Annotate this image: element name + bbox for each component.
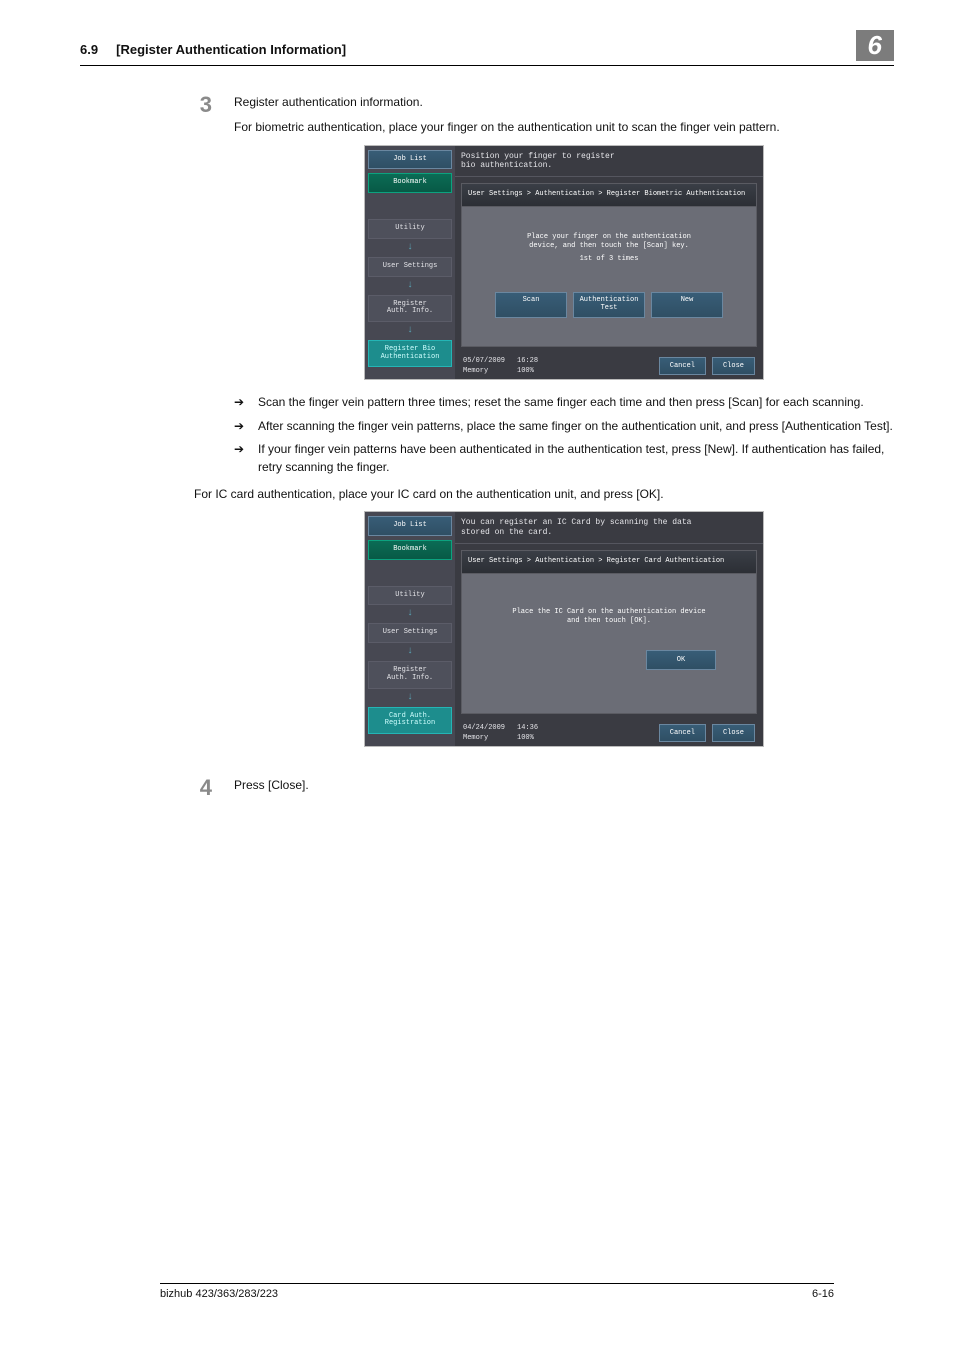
chevron-down-icon: ↓ xyxy=(368,693,452,703)
close-button[interactable]: Close xyxy=(712,357,755,375)
bio-breadcrumb: User Settings > Authentication > Registe… xyxy=(461,183,757,207)
chevron-down-icon: ↓ xyxy=(368,326,452,336)
ic-body: Place the IC Card on the authentication … xyxy=(461,574,757,714)
user-settings-button[interactable]: User Settings xyxy=(368,257,452,277)
step-4: 4 Press [Close]. xyxy=(194,777,894,802)
bio-counter: 1st of 3 times xyxy=(580,255,639,264)
section-number: 6.9 xyxy=(80,42,98,57)
bio-footer: 05/07/2009 Memory 16:28 100% Cancel Clos… xyxy=(455,353,763,379)
step-4-text: Press [Close]. xyxy=(234,777,894,794)
ic-title: You can register an IC Card by scanning … xyxy=(455,512,763,543)
ic-mem-label: Memory xyxy=(463,733,505,743)
ic-mem-pct: 100% xyxy=(517,733,538,743)
footer-left: bizhub 423/363/283/223 xyxy=(160,1288,278,1300)
scan-button[interactable]: Scan xyxy=(495,292,567,317)
page-footer: bizhub 423/363/283/223 6-16 xyxy=(160,1283,834,1300)
arrow-icon: ➔ xyxy=(234,418,248,435)
chapter-badge: 6 xyxy=(856,30,894,61)
job-list-button[interactable]: Job List xyxy=(368,516,452,536)
chevron-down-icon: ↓ xyxy=(368,243,452,253)
bookmark-button[interactable]: Bookmark xyxy=(368,540,452,560)
ic-instruction: Place the IC Card on the authentication … xyxy=(512,608,705,626)
ic-date: 04/24/2009 xyxy=(463,723,505,733)
cancel-button[interactable]: Cancel xyxy=(659,357,706,375)
register-auth-button[interactable]: Register Auth. Info. xyxy=(368,661,452,688)
ic-intro: For IC card authentication, place your I… xyxy=(194,486,894,503)
chevron-down-icon: ↓ xyxy=(368,609,452,619)
card-reg-button[interactable]: Card Auth. Registration xyxy=(368,707,452,734)
register-bio-button[interactable]: Register Bio Authentication xyxy=(368,340,452,367)
user-settings-button[interactable]: User Settings xyxy=(368,623,452,643)
step-number: 4 xyxy=(194,777,212,802)
auth-test-button[interactable]: Authentication Test xyxy=(573,292,645,317)
cancel-button[interactable]: Cancel xyxy=(659,724,706,742)
bookmark-button[interactable]: Bookmark xyxy=(368,173,452,193)
step-3-title: Register authentication information. xyxy=(234,94,894,111)
chevron-down-icon: ↓ xyxy=(368,647,452,657)
bio-title: Position your finger to register bio aut… xyxy=(455,146,763,177)
list-item: ➔ Scan the finger vein pattern three time… xyxy=(234,394,894,411)
bio-time: 16:28 xyxy=(517,356,538,366)
section-title: [Register Authentication Information] xyxy=(116,42,346,57)
bio-instruction: Place your finger on the authentication … xyxy=(527,233,691,251)
close-button[interactable]: Close xyxy=(712,724,755,742)
biometric-screenshot: Job List Bookmark Utility ↓ User Setting… xyxy=(364,145,764,381)
bullet-text: After scanning the finger vein patterns,… xyxy=(258,418,893,435)
arrow-icon: ➔ xyxy=(234,441,248,476)
chevron-down-icon: ↓ xyxy=(368,281,452,291)
ic-sidebar: Job List Bookmark Utility ↓ User Setting… xyxy=(365,512,455,746)
list-item: ➔ If your finger vein patterns have been … xyxy=(234,441,894,476)
bullet-text: Scan the finger vein pattern three times… xyxy=(258,394,864,411)
ic-screenshot: Job List Bookmark Utility ↓ User Setting… xyxy=(364,511,764,747)
step-number: 3 xyxy=(194,94,212,761)
utility-button[interactable]: Utility xyxy=(368,219,452,239)
footer-right: 6-16 xyxy=(812,1288,834,1300)
step-3: 3 Register authentication information. F… xyxy=(194,94,894,761)
bio-actions: Scan Authentication Test New xyxy=(495,292,723,317)
step-3-intro: For biometric authentication, place your… xyxy=(234,119,894,136)
bullet-text: If your finger vein patterns have been a… xyxy=(258,441,894,476)
ok-button[interactable]: OK xyxy=(646,650,716,670)
ic-breadcrumb: User Settings > Authentication > Registe… xyxy=(461,550,757,574)
bio-date: 05/07/2009 xyxy=(463,356,505,366)
bio-mem-label: Memory xyxy=(463,366,505,376)
new-button[interactable]: New xyxy=(651,292,723,317)
section-heading: 6.9 [Register Authentication Information… xyxy=(80,42,346,57)
step-3-bullets: ➔ Scan the finger vein pattern three time… xyxy=(234,394,894,476)
utility-button[interactable]: Utility xyxy=(368,586,452,606)
job-list-button[interactable]: Job List xyxy=(368,150,452,170)
arrow-icon: ➔ xyxy=(234,394,248,411)
list-item: ➔ After scanning the finger vein patterns… xyxy=(234,418,894,435)
register-auth-button[interactable]: Register Auth. Info. xyxy=(368,295,452,322)
bio-mem-pct: 100% xyxy=(517,366,538,376)
ic-footer: 04/24/2009 Memory 14:36 100% Cancel Clos… xyxy=(455,720,763,746)
bio-body: Place your finger on the authentication … xyxy=(461,207,757,347)
bio-sidebar: Job List Bookmark Utility ↓ User Setting… xyxy=(365,146,455,380)
page-header: 6.9 [Register Authentication Information… xyxy=(80,30,894,66)
ic-time: 14:36 xyxy=(517,723,538,733)
